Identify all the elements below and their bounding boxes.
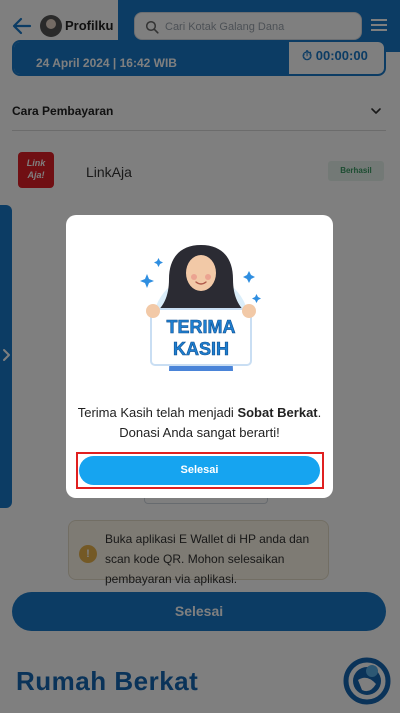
message-bold: Sobat Berkat [237,405,318,420]
thank-you-illustration: TERIMA KASIH [140,245,261,371]
thank-you-message: Terima Kasih telah menjadi Sobat Berkat.… [76,403,323,443]
illustration-line2: KASIH [173,339,229,359]
message-prefix: Terima Kasih telah menjadi [77,405,238,420]
modal-finish-button[interactable]: Selesai [79,456,320,485]
thank-you-dialog: TERIMA KASIH Terima Kasih telah menjadi … [66,215,333,498]
illustration-line1: TERIMA [167,317,236,337]
